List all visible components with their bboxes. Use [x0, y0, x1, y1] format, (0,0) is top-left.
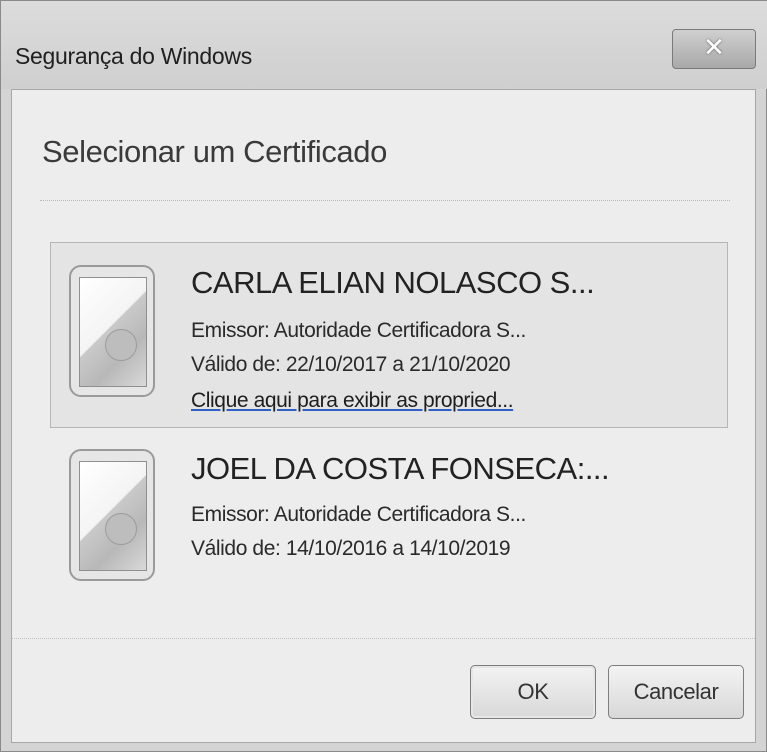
certificate-seal-graphic — [105, 513, 137, 545]
cancel-button[interactable]: Cancelar — [608, 665, 744, 719]
divider — [40, 200, 730, 201]
dialog-heading: Selecionar um Certificado — [42, 134, 387, 169]
certificate-validity: Válido de: 14/10/2016 a 14/10/2019 — [191, 537, 511, 560]
window-title: Segurança do Windows — [15, 43, 252, 69]
close-icon: ✕ — [703, 33, 725, 63]
certificate-seal-graphic — [105, 329, 137, 361]
certificate-name: JOEL DA COSTA FONSECA:... — [191, 451, 610, 486]
security-dialog-window: Segurança do Windows ✕ Selecionar um Cer… — [0, 0, 767, 752]
dialog-content: Selecionar um Certificado CARLA ELIAN NO… — [11, 89, 756, 743]
certificate-icon — [69, 265, 155, 397]
certificate-item[interactable]: JOEL DA COSTA FONSECA:... Emissor: Autor… — [50, 436, 728, 622]
certificate-validity: Válido de: 22/10/2017 a 21/10/2020 — [191, 353, 511, 376]
certificate-item-selected[interactable]: CARLA ELIAN NOLASCO S... Emissor: Autori… — [50, 242, 728, 428]
certificate-icon — [69, 449, 155, 581]
certificate-issuer: Emissor: Autoridade Certificadora S... — [191, 503, 526, 526]
certificate-name: CARLA ELIAN NOLASCO S... — [191, 265, 595, 300]
view-properties-link[interactable]: Clique aqui para exibir as propried... — [191, 389, 514, 413]
ok-button[interactable]: OK — [470, 665, 596, 719]
close-button[interactable]: ✕ — [672, 29, 756, 69]
title-bar[interactable]: Segurança do Windows ✕ — [1, 1, 767, 89]
certificate-issuer: Emissor: Autoridade Certificadora S... — [191, 319, 526, 342]
dialog-footer: OK Cancelar — [12, 638, 755, 743]
